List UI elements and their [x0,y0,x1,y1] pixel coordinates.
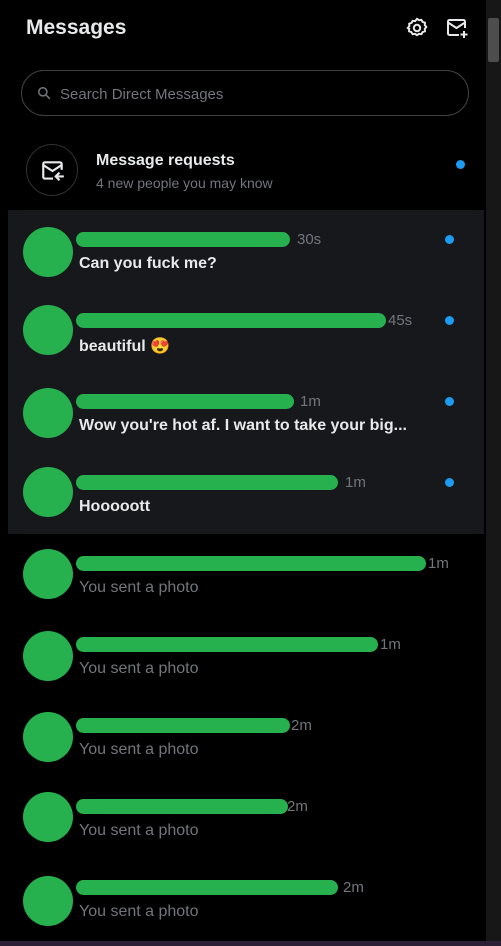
new-message-icon[interactable] [445,16,469,40]
avatar [23,631,73,681]
search-bar[interactable] [21,70,469,117]
avatar [23,305,73,355]
conversation-row[interactable]: 1m Hooooott [8,453,484,534]
message-preview: Hooooott [79,498,151,515]
message-requests-title: Message requests [96,152,235,169]
message-preview: You sent a photo [79,660,199,677]
redacted-name [76,313,386,328]
messages-header: Messages [8,0,484,56]
timestamp: 1m [345,474,366,491]
conversation-row[interactable]: 1m You sent a photo [8,534,484,615]
timestamp: 2m [343,879,364,896]
message-preview: Wow you're hot af. I want to take your b… [79,417,407,434]
message-preview: You sent a photo [79,903,199,920]
search-icon [37,86,51,100]
unread-indicator [445,478,454,487]
window-bottom-edge [0,941,501,946]
message-requests[interactable]: Message requests 4 new people you may kn… [8,132,484,210]
message-preview: You sent a photo [79,822,199,839]
gear-icon[interactable] [405,16,429,40]
timestamp: 1m [380,636,401,653]
message-preview: Can you fuck me? [79,255,217,272]
redacted-name [76,718,290,733]
message-preview: beautiful 😍 [79,338,171,355]
avatar [23,549,73,599]
message-preview: You sent a photo [79,579,199,596]
unread-indicator [445,397,454,406]
scrollbar-thumb[interactable] [488,18,499,62]
conversation-row[interactable]: 1m Wow you're hot af. I want to take you… [8,372,484,453]
conversation-row[interactable]: 1m You sent a photo [8,615,484,696]
message-request-icon [26,144,78,196]
scrollbar-track[interactable] [486,0,501,946]
unread-indicator [445,316,454,325]
redacted-name [76,475,338,490]
search-input[interactable] [58,71,462,117]
message-requests-subtitle: 4 new people you may know [96,175,273,191]
timestamp: 30s [297,231,322,248]
redacted-name [76,799,288,814]
conversation-row[interactable]: 2m You sent a photo [8,858,484,939]
avatar [23,876,73,926]
conversation-row[interactable]: 45s beautiful 😍 [8,291,484,372]
timestamp: 45s [388,312,413,329]
redacted-name [76,556,426,571]
redacted-name [76,232,290,247]
avatar [23,792,73,842]
message-preview: You sent a photo [79,741,199,758]
page-title: Messages [26,16,127,39]
redacted-name [76,637,378,652]
avatar [23,388,73,438]
timestamp: 1m [428,555,449,572]
timestamp: 1m [300,393,321,410]
unread-indicator [445,235,454,244]
timestamp: 2m [291,717,312,734]
messages-panel: Messages Message [8,0,484,946]
conversation-row[interactable]: 2m You sent a photo [8,696,484,777]
avatar [23,227,73,277]
conversation-row[interactable]: 2m You sent a photo [8,777,484,858]
redacted-name [76,394,294,409]
unread-indicator [456,160,465,169]
conversation-row[interactable]: 30s Can you fuck me? [8,210,484,291]
timestamp: 2m [287,798,308,815]
avatar [23,467,73,517]
redacted-name [76,880,338,895]
avatar [23,712,73,762]
